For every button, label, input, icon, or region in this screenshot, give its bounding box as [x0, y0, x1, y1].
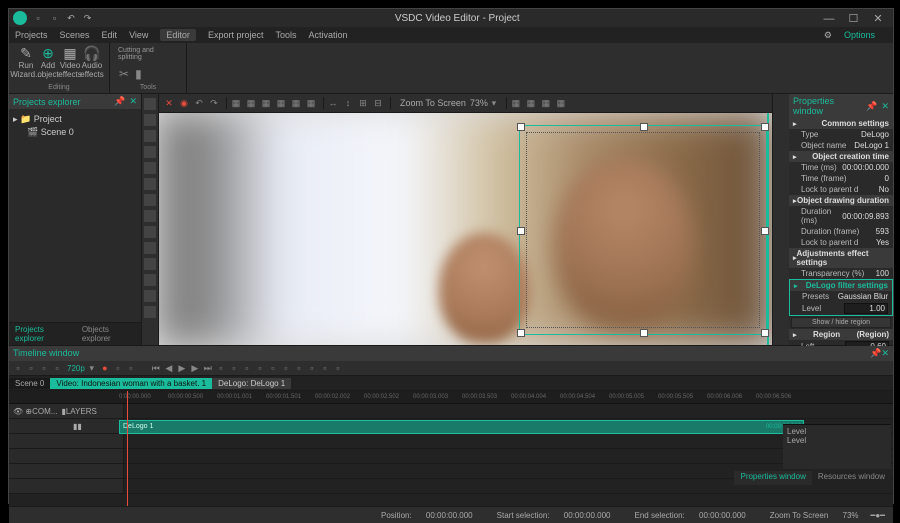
tab-projects-explorer[interactable]: Projects explorer — [9, 323, 76, 345]
properties-title: Properties window — [793, 96, 866, 116]
status-bar: Position: 00:00:00.000 Start selection: … — [9, 506, 893, 523]
menu-view[interactable]: View — [129, 30, 148, 40]
zoom-label[interactable]: Zoom To Screen — [400, 98, 466, 108]
tab-video-clip[interactable]: Video: Indonesian woman with a basket. 1 — [50, 378, 212, 389]
tab-delogo-clip[interactable]: DeLogo: DeLogo 1 — [212, 378, 291, 389]
clip-delogo[interactable]: DeLogo 100:00:09:893 — [119, 420, 804, 434]
group-creation[interactable]: Object creation time — [789, 151, 893, 162]
resize-handle-n[interactable] — [640, 123, 648, 131]
next-frame-icon[interactable]: ▶ — [190, 363, 200, 373]
redo-icon[interactable]: ↷ — [208, 97, 220, 109]
maximize-button[interactable]: ☐ — [842, 12, 864, 25]
close-icon[interactable]: ✕ — [881, 348, 889, 359]
menu-projects[interactable]: Projects — [15, 30, 48, 40]
delete-icon[interactable]: ✕ — [163, 97, 175, 109]
property-detail-box: Level Level — [783, 424, 891, 469]
time-ruler[interactable]: 0:00:00.00000:00:00.50000:00:01.00100:00… — [9, 391, 893, 404]
show-hide-region-button[interactable]: Show / hide region — [791, 317, 891, 328]
preview-area: ✕ ◉ ↶ ↷ ▦▦▦▦▦▦ ↔↕⊞⊟ Zoom To Screen 73% ▾… — [159, 94, 772, 345]
video-effects-button[interactable]: ▦Video effects — [59, 45, 81, 79]
resize-handle-s[interactable] — [640, 329, 648, 337]
right-vertical-toolbar — [772, 94, 789, 345]
add-object-button[interactable]: ⊕Add object — [37, 45, 59, 79]
playhead[interactable] — [127, 391, 128, 506]
forward-icon[interactable]: ⏭ — [203, 363, 213, 373]
close-icon[interactable]: ✕ — [881, 101, 889, 112]
properties-panel: Properties window📌✕ Common settings Type… — [789, 94, 893, 345]
status-slider[interactable]: ━●━ — [871, 511, 885, 520]
preview-canvas[interactable] — [159, 113, 772, 345]
pin-icon[interactable]: 📌 — [870, 348, 881, 359]
ribbon: ✎Run Wizard... ⊕Add object ▦Video effect… — [9, 43, 893, 94]
timeline-title: Timeline window — [13, 348, 79, 359]
level-input[interactable]: 1.00 — [844, 303, 888, 314]
group-adjust[interactable]: Adjustments effect settings — [789, 248, 893, 268]
ribbon-group-tools: Tools — [116, 84, 180, 91]
left-vertical-toolbar — [142, 94, 159, 345]
pin-icon[interactable]: 📌 — [866, 101, 877, 112]
record-icon[interactable]: ● — [100, 363, 110, 373]
gear-icon[interactable]: ⚙ — [824, 30, 832, 41]
resize-handle-sw[interactable] — [517, 329, 525, 337]
ribbon-group-editing: Editing — [15, 84, 103, 91]
canvas-toolbar: ✕ ◉ ↶ ↷ ▦▦▦▦▦▦ ↔↕⊞⊟ Zoom To Screen 73% ▾… — [159, 94, 772, 113]
group-region: Region(Region) — [789, 329, 893, 340]
prev-frame-icon[interactable]: ◀ — [164, 363, 174, 373]
close-button[interactable]: ✕ — [867, 12, 889, 25]
timeline-tracks[interactable]: 0:00:00.00000:00:00.50000:00:01.00100:00… — [9, 391, 893, 506]
group-delogo[interactable]: DeLogo filter settings — [790, 280, 892, 291]
qa-undo-icon[interactable]: ↶ — [66, 13, 76, 23]
tree-root: ▸ 📁 Project — [13, 113, 137, 126]
rewind-icon[interactable]: ⏮ — [151, 363, 161, 373]
window-title: VSDC Video Editor - Project — [97, 13, 818, 24]
menu-edit[interactable]: Edit — [102, 30, 118, 40]
menu-export[interactable]: Export project — [208, 30, 264, 40]
project-tree[interactable]: ▸ 📁 Project 🎬 Scene 0 — [9, 109, 141, 322]
selection-box[interactable] — [519, 125, 767, 335]
tree-scene: 🎬 Scene 0 — [13, 126, 137, 139]
resize-handle-w[interactable] — [517, 227, 525, 235]
close-panel-icon[interactable]: ✕ — [129, 96, 137, 107]
track-header-compose: 👁 ⊕ COM...▮ LAYERS — [9, 404, 124, 418]
resize-handle-e[interactable] — [761, 227, 769, 235]
audio-effects-button[interactable]: 🎧Audio effects — [81, 45, 103, 79]
undo-icon[interactable]: ↶ — [193, 97, 205, 109]
tab-scene[interactable]: Scene 0 — [9, 378, 50, 389]
qa-redo-icon[interactable]: ↷ — [83, 13, 93, 23]
menu-activation[interactable]: Activation — [308, 30, 347, 40]
menu-editor[interactable]: Editor — [160, 29, 196, 41]
group-common[interactable]: Common settings — [789, 118, 893, 129]
quick-access-toolbar: ▫ ▫ ↶ ↷ — [33, 13, 97, 23]
resolution-dropdown[interactable]: 720p — [67, 364, 85, 373]
titlebar: ▫ ▫ ↶ ↷ VSDC Video Editor - Project — ☐ … — [9, 9, 893, 27]
menu-scenes[interactable]: Scenes — [60, 30, 90, 40]
cut-icon[interactable]: ◉ — [178, 97, 190, 109]
qa-new-icon[interactable]: ▫ — [33, 13, 43, 23]
projects-explorer-panel: Projects explorer 📌 ✕ ▸ 📁 Project 🎬 Scene … — [9, 94, 142, 345]
run-wizard-button[interactable]: ✎Run Wizard... — [15, 45, 37, 79]
tab-resources-window[interactable]: Resources window — [812, 471, 891, 485]
tab-objects-explorer[interactable]: Objects explorer — [76, 323, 141, 345]
app-logo-icon — [13, 11, 27, 25]
vtool-icon[interactable] — [144, 98, 156, 110]
track-header-delogo: ▮▮ — [9, 419, 124, 433]
minimize-button[interactable]: — — [818, 13, 840, 25]
presets-dropdown[interactable]: Gaussian Blur — [838, 292, 888, 301]
play-icon[interactable]: ▶ — [177, 363, 187, 373]
resize-handle-se[interactable] — [761, 329, 769, 337]
group-drawing[interactable]: Object drawing duration — [789, 195, 893, 206]
timeline-toolbar: ▫▫▫▫ 720p▾ ● ▫▫ ⏮ ◀ ▶ ▶ ⏭ ▫▫▫▫▫▫▫▫▫▫ — [9, 361, 893, 376]
explorer-title: Projects explorer — [13, 97, 81, 107]
options-link[interactable]: Options — [844, 30, 875, 40]
resize-handle-nw[interactable] — [517, 123, 525, 131]
zoom-value: 73% — [470, 98, 488, 108]
menu-tools[interactable]: Tools — [275, 30, 296, 40]
resize-handle-ne[interactable] — [761, 123, 769, 131]
tab-properties-window[interactable]: Properties window — [734, 471, 811, 485]
menubar: Projects Scenes Edit View Editor Export … — [9, 27, 893, 43]
pin-icon[interactable]: 📌 — [114, 96, 125, 107]
cut-split-label: Cutting and splitting — [116, 45, 180, 63]
qa-save-icon[interactable]: ▫ — [50, 13, 60, 23]
